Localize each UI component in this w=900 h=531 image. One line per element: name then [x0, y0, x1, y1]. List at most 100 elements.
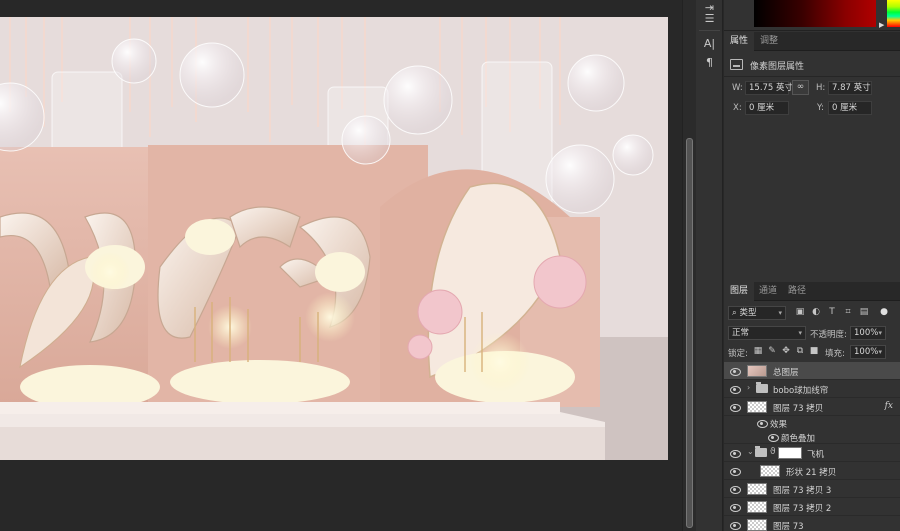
layer-row[interactable]: 图层 73 拷贝 2 — [724, 498, 900, 516]
layer-filter-select[interactable]: ⌕ 类型 ▾ — [728, 306, 786, 320]
character-icon[interactable]: A| — [700, 36, 719, 52]
layer-row[interactable]: 形状 21 拷贝 — [724, 462, 900, 480]
visibility-eye-icon[interactable] — [729, 384, 741, 394]
folder-icon — [756, 382, 768, 393]
lock-brush-icon[interactable]: ✎ — [767, 346, 777, 356]
lock-position-icon[interactable]: ✥ — [781, 346, 791, 356]
tab-adjustments[interactable]: 调整 — [754, 32, 784, 51]
visibility-eye-icon[interactable] — [729, 402, 741, 412]
layer-name: bobo球加线帘 — [773, 386, 829, 396]
layer-name: 图层 73 — [773, 522, 804, 531]
y-field[interactable]: 0 厘米 — [828, 101, 872, 115]
properties-panel: 属性 调整 像素图层属性 W: 15.75 英寸 ∞ H: 7.87 英寸 X:… — [724, 32, 900, 280]
lock-transparent-icon[interactable]: ▦ — [753, 346, 763, 356]
layer-row[interactable]: 图层 73 — [724, 516, 900, 531]
layer-thumbnail — [747, 365, 767, 377]
blend-mode-value: 正常 — [732, 328, 750, 338]
x-field[interactable]: 0 厘米 — [745, 101, 789, 115]
visibility-eye-icon[interactable] — [729, 484, 741, 494]
tab-properties[interactable]: 属性 — [724, 32, 755, 51]
opacity-label: 不透明度: — [810, 330, 847, 340]
lock-all-icon[interactable]: ■ — [809, 346, 819, 356]
toggle-filter-icon[interactable]: ● — [879, 307, 889, 317]
pixel-layer-icon — [730, 59, 743, 70]
visibility-eye-icon[interactable] — [729, 502, 741, 512]
panel-icon-strip: ⇥ ☰ A| ¶ — [696, 0, 723, 531]
y-label: Y: — [817, 103, 824, 113]
chevron-right-icon[interactable]: › — [747, 383, 750, 392]
lock-label: 锁定: — [728, 349, 748, 359]
shape-filter-icon[interactable]: ⌗ — [843, 307, 853, 317]
link-chain-icon: ϑ — [770, 447, 776, 457]
opacity-field[interactable]: 100% ▾ — [850, 326, 886, 340]
layer-row[interactable]: ⌄ ϑ 飞机 — [724, 444, 900, 462]
chevron-down-icon[interactable]: ⌄ — [747, 447, 754, 456]
layer-name: 图层 73 拷贝 3 — [773, 486, 832, 496]
properties-divider — [724, 76, 900, 77]
visibility-eye-icon[interactable] — [729, 448, 741, 458]
height-field[interactable]: 7.87 英寸 — [828, 81, 872, 95]
layer-filter-row: ⌕ 类型 ▾ ▣ ◐ T ⌗ ▤ ● — [724, 304, 900, 323]
image-filter-icon[interactable]: ▣ — [795, 307, 805, 317]
hue-slider-arrow-icon[interactable]: ▶ — [879, 21, 884, 29]
folder-icon — [755, 446, 767, 457]
opacity-value: 100% — [854, 328, 879, 338]
layer-thumbnail — [747, 401, 767, 413]
lock-row: 锁定: ▦ ✎ ✥ ⧉ ■ 填充: 100% ▾ — [724, 343, 900, 362]
paragraph-icon[interactable]: ¶ — [700, 55, 719, 71]
layer-thumbnail — [747, 519, 767, 531]
scrollbar-thumb[interactable] — [686, 138, 693, 528]
fill-label: 填充: — [825, 349, 845, 359]
type-filter-icon[interactable]: T — [827, 307, 837, 317]
visibility-eye-icon[interactable] — [767, 432, 779, 442]
fill-field[interactable]: 100% ▾ — [850, 345, 886, 359]
right-panel-dock: ▶ 属性 调整 像素图层属性 W: 15.75 英寸 ∞ H: 7.87 英寸 … — [724, 0, 900, 531]
layer-list: 总图层 › bobo球加线帘 图层 73 拷贝 fx 效果 颜色叠加 ⌄ ϑ 飞… — [724, 362, 900, 531]
properties-tabs: 属性 调整 — [724, 32, 900, 51]
smart-filter-icon[interactable]: ▤ — [859, 307, 869, 317]
layer-thumbnail — [760, 465, 780, 477]
lock-artboard-icon[interactable]: ⧉ — [795, 346, 805, 356]
tab-channels[interactable]: 通道 — [753, 282, 783, 301]
visibility-eye-icon[interactable] — [756, 418, 768, 428]
blend-row: 正常 ▾ 不透明度: 100% ▾ — [724, 324, 900, 343]
visibility-eye-icon[interactable] — [729, 466, 741, 476]
x-label: X: — [733, 103, 742, 113]
layer-thumbnail — [747, 501, 767, 513]
visibility-eye-icon[interactable] — [729, 366, 741, 376]
visibility-eye-icon[interactable] — [729, 520, 741, 530]
document-workspace[interactable] — [0, 0, 682, 531]
layer-effects-icon[interactable]: fx — [885, 401, 893, 411]
document-canvas[interactable] — [0, 17, 668, 460]
properties-title: 像素图层属性 — [750, 62, 805, 72]
adjust-filter-icon[interactable]: ◐ — [811, 307, 821, 317]
search-icon: ⌕ — [732, 308, 737, 318]
hue-slider[interactable] — [887, 0, 900, 27]
color-panel: ▶ — [724, 0, 900, 31]
layer-row[interactable]: 图层 73 拷贝 3 — [724, 480, 900, 498]
layer-name: 图层 73 拷贝 2 — [773, 504, 832, 514]
layer-name: 飞机 — [807, 450, 825, 460]
blend-mode-select[interactable]: 正常 ▾ — [728, 326, 806, 340]
chevron-down-icon: ▾ — [798, 329, 802, 337]
layer-row[interactable]: 总图层 — [724, 362, 900, 380]
tab-paths[interactable]: 路径 — [782, 282, 812, 301]
height-label: H: — [816, 83, 826, 93]
layer-name: 形状 21 拷贝 — [786, 468, 837, 478]
layer-row[interactable]: › bobo球加线帘 — [724, 380, 900, 398]
strip-divider — [699, 30, 720, 31]
sliders-icon[interactable]: ☰ — [700, 11, 719, 27]
layer-row[interactable]: 颜色叠加 — [724, 430, 900, 444]
canvas-vertical-scrollbar[interactable] — [682, 0, 696, 531]
layer-row[interactable]: 图层 73 拷贝 fx — [724, 398, 900, 416]
filter-kind-value: 类型 — [739, 308, 757, 318]
layers-tabs: 图层 通道 路径 — [724, 282, 900, 301]
link-dimensions-icon[interactable]: ∞ — [792, 80, 809, 95]
width-field[interactable]: 15.75 英寸 — [745, 81, 793, 95]
layer-effect-name: 颜色叠加 — [781, 434, 816, 444]
tab-layers[interactable]: 图层 — [724, 282, 755, 301]
layer-row[interactable]: 效果 — [724, 416, 900, 430]
chevron-down-icon: ▾ — [878, 348, 882, 356]
layer-mask-thumbnail[interactable] — [778, 447, 802, 459]
color-saturation-field[interactable] — [754, 0, 876, 27]
